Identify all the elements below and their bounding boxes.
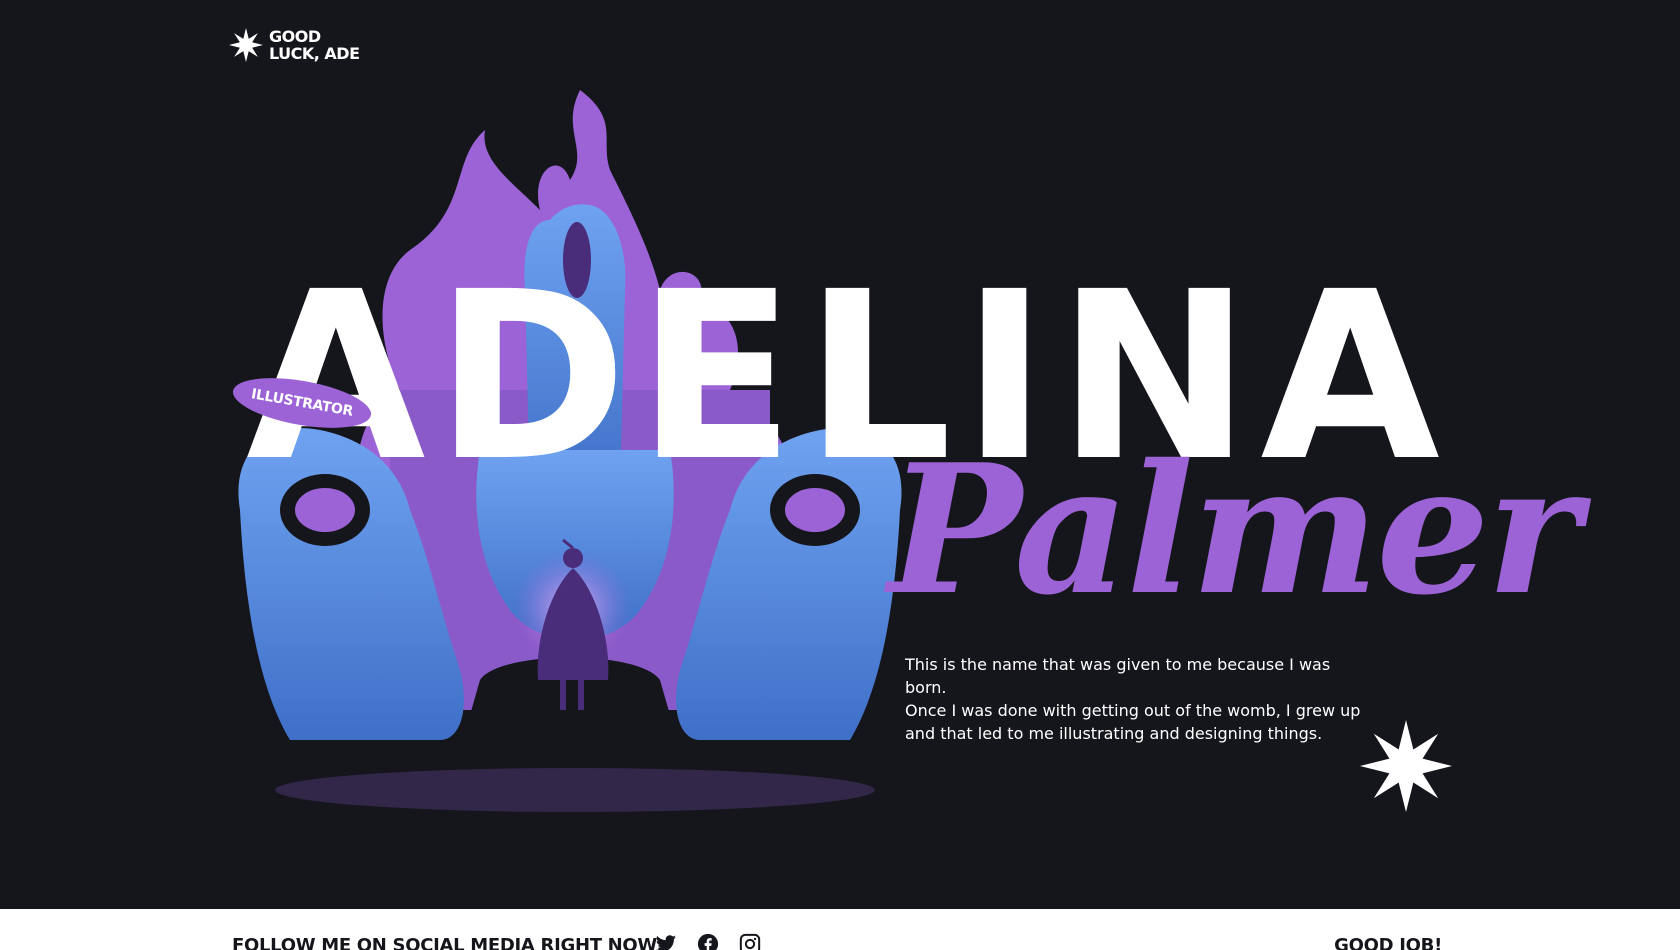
footer: FOLLOW ME ON SOCIAL MEDIA RIGHT NOW: GOO… — [0, 909, 1680, 950]
logo-line-1: GOOD — [269, 27, 321, 46]
logo-line-2: LUCK, ADE — [269, 44, 360, 63]
instagram-icon[interactable] — [739, 933, 761, 950]
last-name-heading: Palmer — [888, 425, 1580, 634]
decorative-star-icon — [1360, 720, 1452, 812]
first-name-letter: D — [434, 242, 628, 512]
social-label: FOLLOW ME ON SOCIAL MEDIA RIGHT NOW: — [232, 935, 664, 950]
facebook-icon[interactable] — [697, 933, 719, 950]
badge-label: ILLUSTRATOR — [249, 386, 355, 420]
logo-text: GOOD LUCK, ADE — [269, 28, 360, 62]
social-links — [655, 933, 761, 950]
twitter-icon[interactable] — [655, 933, 677, 950]
bio-text: This is the name that was given to me be… — [905, 653, 1375, 745]
first-name-letter: E — [636, 242, 795, 512]
logo-link[interactable]: GOOD LUCK, ADE — [229, 28, 360, 62]
sparkle-star-icon — [229, 28, 263, 62]
footer-right-text: GOOD JOB! — [1334, 935, 1442, 950]
bio-line: and that led to me illustrating and desi… — [905, 724, 1323, 743]
bio-line: Once I was done with getting out of the … — [905, 701, 1361, 720]
bio-line: This is the name that was given to me be… — [905, 655, 1331, 697]
